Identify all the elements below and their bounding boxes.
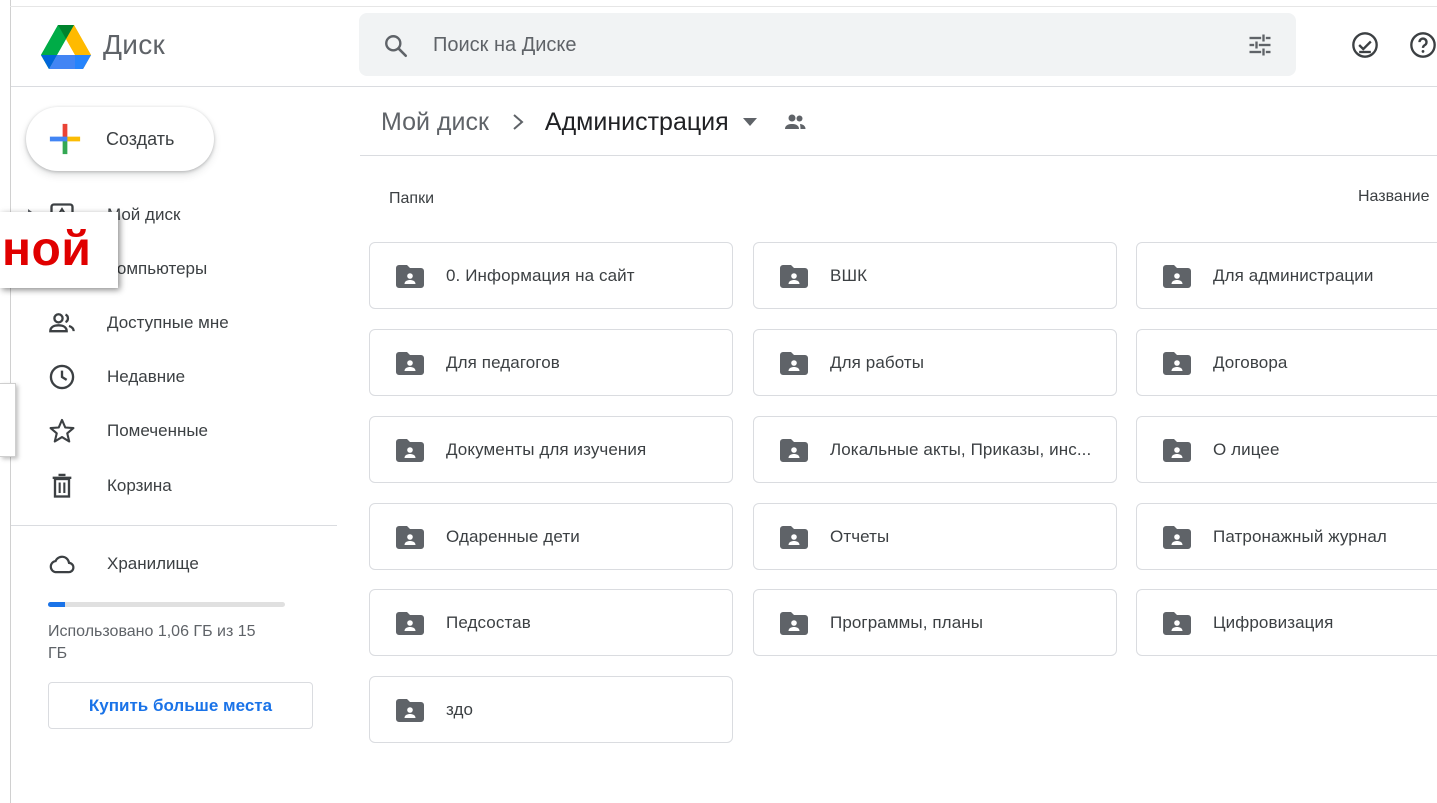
- folder-item[interactable]: Договора: [1136, 329, 1437, 396]
- shared-folder-icon: [396, 612, 424, 635]
- sort-by-name-button[interactable]: Название: [1358, 188, 1430, 206]
- trash-icon: [52, 473, 72, 498]
- shared-folder-icon: [1163, 352, 1191, 375]
- folder-name: Отчеты: [830, 527, 890, 546]
- folder-item[interactable]: здо: [369, 676, 733, 743]
- sidebar-item-label: Доступные мне: [107, 313, 229, 332]
- storage-used-text: Использовано 1,06 ГБ из 15 ГБ: [48, 623, 256, 662]
- folder-item[interactable]: Программы, планы: [753, 589, 1117, 656]
- cloud-icon: [49, 555, 75, 574]
- sidebar-item-recent[interactable]: Недавние: [0, 357, 330, 397]
- storage-progress-bar: [48, 602, 285, 607]
- create-button-label: Создать: [106, 129, 175, 149]
- shared-folder-icon: [1163, 439, 1191, 462]
- tune-icon[interactable]: [1246, 31, 1274, 59]
- folder-name: Цифровизация: [1213, 613, 1334, 632]
- sidebar-divider: [11, 525, 337, 526]
- folder-name: Локальные акты, Приказы, инс...: [830, 440, 1092, 459]
- sidebar-item-label: Помеченные: [107, 421, 209, 440]
- buy-storage-button[interactable]: Купить больше места: [48, 682, 313, 729]
- shared-folder-icon: [396, 526, 424, 549]
- storage-label: Хранилище: [107, 554, 199, 573]
- folder-item[interactable]: Патронажный журнал: [1136, 503, 1437, 570]
- folder-name: О лицее: [1213, 440, 1280, 459]
- shared-folder-icon: [396, 439, 424, 462]
- folder-item[interactable]: Одаренные дети: [369, 503, 733, 570]
- shared-folder-icon: [780, 612, 808, 635]
- overlay-text: ной: [2, 223, 92, 276]
- folder-name: здо: [446, 700, 474, 719]
- storage-progress-fill: [48, 602, 65, 607]
- sidebar-item-label: Недавние: [107, 367, 186, 386]
- shared-folder-icon: [1163, 612, 1191, 635]
- clock-icon: [49, 364, 75, 390]
- breadcrumb-current[interactable]: Администрация: [545, 108, 729, 137]
- shared-folder-icon: [396, 265, 424, 288]
- folder-item[interactable]: Отчеты: [753, 503, 1117, 570]
- folder-item[interactable]: Документы для изучения: [369, 416, 733, 483]
- folder-name: Для работы: [830, 353, 925, 372]
- folder-item[interactable]: Локальные акты, Приказы, инс...: [753, 416, 1117, 483]
- sidebar-item-label: Мой диск: [107, 205, 181, 224]
- search-bar[interactable]: [359, 13, 1296, 76]
- shared-folder-icon: [780, 352, 808, 375]
- shared-folder-icon: [780, 526, 808, 549]
- sidebar-item-starred[interactable]: Помеченные: [0, 411, 330, 451]
- shared-folder-icon: [396, 699, 424, 722]
- sidebar-item-storage[interactable]: Хранилище: [0, 544, 330, 584]
- folder-name: Педсостав: [446, 613, 531, 632]
- folder-name: Для педагогов: [446, 353, 560, 372]
- folder-name: Договора: [1213, 353, 1288, 372]
- ready-offline-icon[interactable]: [1351, 31, 1379, 59]
- shared-folder-icon: [1163, 265, 1191, 288]
- shared-folder-icon: [780, 265, 808, 288]
- shared-folder-icon[interactable]: [783, 112, 807, 132]
- folder-name: Документы для изучения: [446, 440, 647, 459]
- sidebar-item-label: Корзина: [107, 476, 172, 495]
- overlay-text-box: ной: [0, 212, 118, 288]
- create-button[interactable]: Создать: [26, 107, 214, 171]
- folder-item[interactable]: Цифровизация: [1136, 589, 1437, 656]
- folders-section-label: Папки: [389, 190, 434, 207]
- help-icon[interactable]: [1409, 31, 1437, 59]
- folder-name: Для администрации: [1213, 266, 1374, 285]
- plus-icon: [49, 123, 81, 155]
- folder-item[interactable]: О лицее: [1136, 416, 1437, 483]
- folder-name: ВШК: [830, 266, 868, 285]
- breadcrumb: Мой диск Администрация: [381, 106, 807, 138]
- shared-folder-icon: [780, 439, 808, 462]
- folder-item[interactable]: Для педагогов: [369, 329, 733, 396]
- shared-icon: [49, 313, 75, 333]
- folder-name: Патронажный журнал: [1213, 527, 1387, 546]
- drive-logo-icon[interactable]: [41, 25, 91, 69]
- overlay-tab: [0, 383, 16, 457]
- folder-item[interactable]: 0. Информация на сайт: [369, 242, 733, 309]
- breadcrumb-root[interactable]: Мой диск: [381, 108, 489, 137]
- folder-name: 0. Информация на сайт: [446, 266, 635, 285]
- main-divider: [360, 155, 1437, 156]
- folder-name: Одаренные дети: [446, 527, 580, 546]
- sidebar-item-label: Компьютеры: [107, 259, 208, 278]
- folder-name: Программы, планы: [830, 613, 984, 632]
- search-input[interactable]: [433, 27, 1193, 63]
- folder-item[interactable]: ВШК: [753, 242, 1117, 309]
- sidebar-item-shared[interactable]: Доступные мне: [0, 303, 330, 343]
- folder-item[interactable]: Педсостав: [369, 589, 733, 656]
- app-header: Диск: [11, 7, 1437, 87]
- app-name[interactable]: Диск: [103, 29, 165, 61]
- shared-folder-icon: [396, 352, 424, 375]
- dropdown-arrow-icon[interactable]: [742, 118, 757, 126]
- chevron-right-icon: [513, 114, 524, 130]
- folder-item[interactable]: Для администрации: [1136, 242, 1437, 309]
- star-icon: [49, 418, 75, 443]
- search-icon[interactable]: [383, 33, 409, 59]
- folder-item[interactable]: Для работы: [753, 329, 1117, 396]
- sidebar-item-trash[interactable]: Корзина: [0, 466, 330, 506]
- shared-folder-icon: [1163, 526, 1191, 549]
